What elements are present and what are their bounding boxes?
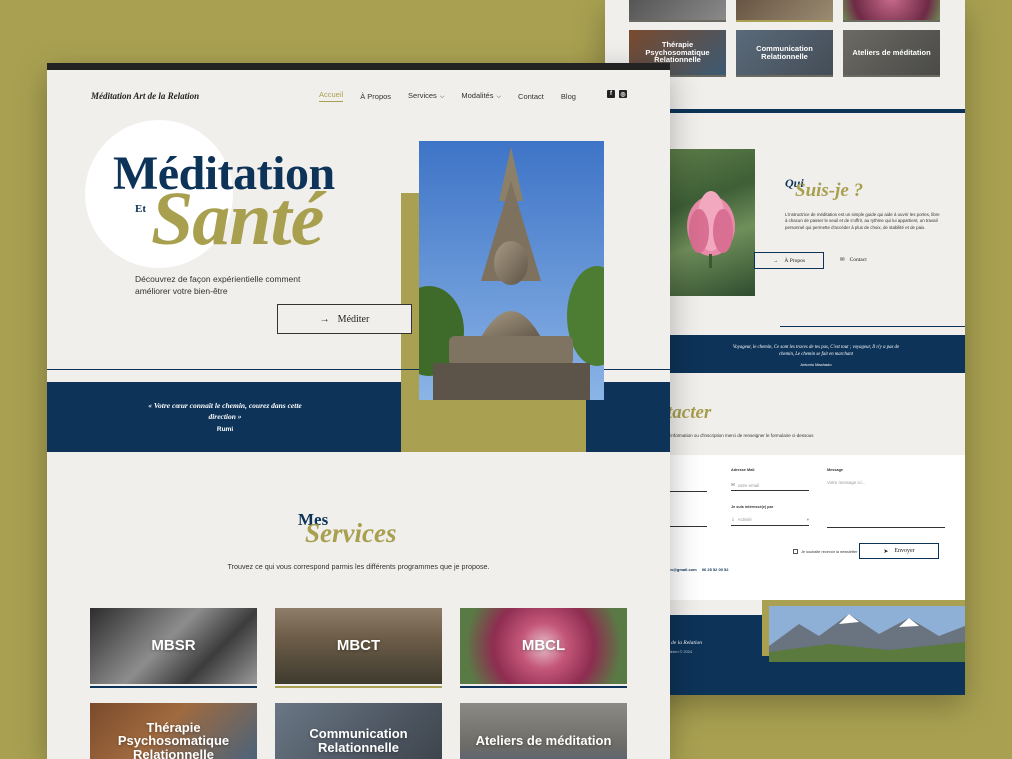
email-input[interactable]: ✉ votre email: [731, 478, 809, 491]
nav-item-services[interactable]: Services ⌵: [408, 91, 444, 101]
card-underline: [736, 75, 833, 77]
hero-intro: Découvrez de façon expérientielle commen…: [135, 274, 301, 297]
email-placeholder: votre email: [737, 483, 760, 488]
lotus-flower-image: [687, 191, 735, 268]
service-card-label: Thérapie Psychosomatique Relationnelle: [645, 39, 710, 65]
facebook-icon[interactable]: f: [607, 90, 615, 98]
mail-icon: ✉: [731, 482, 735, 487]
nav-item-accueil[interactable]: Accueil: [319, 90, 344, 102]
footer-title: n de la Relation: [667, 640, 702, 646]
service-card-label: Ateliers de méditation: [852, 47, 931, 57]
browser-top-bar: [47, 63, 670, 70]
phone-email-line: ion@gmail.com 06 25 52 00 52: [667, 567, 729, 572]
arrow-icon: ⇓: [731, 517, 735, 522]
homepage-preview: Méditation Art de la Relation Accueil À …: [47, 63, 670, 759]
checkbox[interactable]: [793, 549, 798, 554]
nav-item-contact[interactable]: Contact: [518, 92, 544, 101]
about-button[interactable]: → À Propos: [754, 252, 824, 269]
service-card-label: Communication Relationnelle: [756, 43, 813, 61]
service-card-mbcl-partial[interactable]: [843, 0, 940, 20]
about-title-suis-je: Suis-je ?: [795, 180, 864, 201]
email-label: Adresse Mail: [731, 468, 755, 472]
chevron-down-icon: ▾: [806, 517, 809, 522]
service-card-mbsr-partial[interactable]: [629, 0, 726, 20]
nav-item-a-propos[interactable]: À Propos: [360, 92, 391, 101]
service-card-label: Thérapie Psychosomatique Relationnelle: [117, 719, 230, 759]
contact-form: Adresse Mail ✉ votre email Message Votre…: [667, 455, 965, 600]
service-card-ateliers[interactable]: Ateliers de méditation: [460, 703, 627, 759]
send-button-label: Envoyer: [894, 548, 915, 554]
buddha-statue-photo: [419, 141, 604, 400]
section-divider: [667, 109, 965, 113]
card-underline: [275, 686, 442, 688]
about-button-label: À Propos: [784, 257, 806, 264]
quote-band: Voyageur, le chemin, Ce sont les traces …: [667, 335, 965, 373]
interest-label: Je suis intéressé(e) par: [731, 505, 774, 509]
send-button[interactable]: ➤ Envoyer: [859, 543, 939, 559]
chevron-down-icon: ⌵: [496, 94, 502, 100]
mountain-photo: [769, 606, 965, 662]
checkbox-label: Je souhaite recevoir la newsletter: [801, 549, 858, 554]
message-textarea[interactable]: Votre message ici...: [827, 478, 945, 528]
site-logo[interactable]: Méditation Art de la Relation: [91, 91, 199, 101]
quote-author: Antonio Machado: [800, 361, 832, 367]
divider: [780, 326, 965, 327]
service-card-communication[interactable]: Communication Relationnelle: [275, 703, 442, 759]
email-fragment: ion@gmail.com: [667, 567, 697, 572]
main-nav: Accueil À Propos Services ⌵ Modalités ⌵ Co…: [319, 90, 576, 102]
quote-text: Voyageur, le chemin, Ce sont les traces …: [732, 345, 900, 357]
nav-item-blog[interactable]: Blog: [561, 92, 576, 101]
service-card-label: Ateliers de méditation: [475, 733, 612, 749]
service-card-therapie[interactable]: Thérapie Psychosomatique Relationnelle: [90, 703, 257, 759]
contact-title: tacter: [667, 402, 712, 423]
chevron-down-icon: ⌵: [439, 94, 445, 100]
service-card-communication[interactable]: Communication Relationnelle: [736, 30, 833, 75]
service-card-ateliers[interactable]: Ateliers de méditation: [843, 30, 940, 75]
service-card-label: MBSR: [151, 637, 196, 655]
contact-link[interactable]: ✉ Contact: [840, 257, 867, 263]
card-underline: [460, 686, 627, 688]
card-underline: [736, 20, 833, 22]
hero-title-et: Et: [135, 203, 146, 215]
interest-select[interactable]: ⇓ Activité ▾: [731, 513, 809, 526]
mediter-button[interactable]: → Méditer: [277, 304, 412, 334]
name-field-partial[interactable]: [667, 484, 707, 492]
arrow-right-icon: →: [319, 313, 330, 325]
service-card-label: MBCT: [336, 637, 381, 655]
nav-item-label: Services: [408, 91, 437, 100]
instagram-icon[interactable]: ◎: [619, 90, 627, 98]
mediter-button-label: Méditer: [337, 313, 370, 325]
mail-icon: ✉: [840, 257, 845, 263]
message-label: Message: [827, 468, 844, 472]
firstname-field-partial[interactable]: [667, 519, 707, 527]
card-underline: [843, 75, 940, 77]
service-card-label: MBCL: [521, 637, 566, 655]
card-underline: [629, 20, 726, 22]
newsletter-checkbox[interactable]: Je souhaite recevoir la newsletter: [793, 549, 857, 554]
services-title: Services: [305, 518, 397, 548]
quote-text: « Votre cœur connaît le chemin, courez d…: [148, 401, 302, 422]
services-subtitle: Trouvez ce qui vous correspond parmis le…: [227, 562, 490, 571]
about-text: L'instructrice de méditation est un simp…: [785, 212, 940, 230]
contact-link-label: Contact: [849, 257, 867, 263]
service-card-label: Communication Relationnelle: [309, 726, 408, 755]
service-card-mbsr[interactable]: MBSR: [90, 608, 257, 684]
social-links: f ◎: [607, 90, 627, 98]
phone-number: 06 25 52 00 52: [701, 567, 729, 572]
service-card-mbcl[interactable]: MBCL: [460, 608, 627, 684]
message-placeholder: Votre message ici...: [827, 480, 866, 485]
service-card-mbct-partial[interactable]: [736, 0, 833, 20]
card-underline: [90, 686, 257, 688]
quote-author: Rumi: [216, 426, 234, 433]
card-underline: [843, 20, 940, 22]
send-icon: ➤: [883, 548, 889, 555]
arrow-right-icon: →: [772, 257, 779, 264]
hero-title-sante: Santé: [151, 177, 324, 261]
nav-item-label: Modalités: [461, 91, 494, 100]
footer-subtitle: Fabien © 2024: [667, 650, 692, 654]
interest-value: Activité: [737, 517, 752, 522]
service-card-mbct[interactable]: MBCT: [275, 608, 442, 684]
contact-intro: d'information ou d'inscription merci de …: [667, 433, 814, 438]
nav-item-modalites[interactable]: Modalités ⌵: [461, 91, 501, 101]
